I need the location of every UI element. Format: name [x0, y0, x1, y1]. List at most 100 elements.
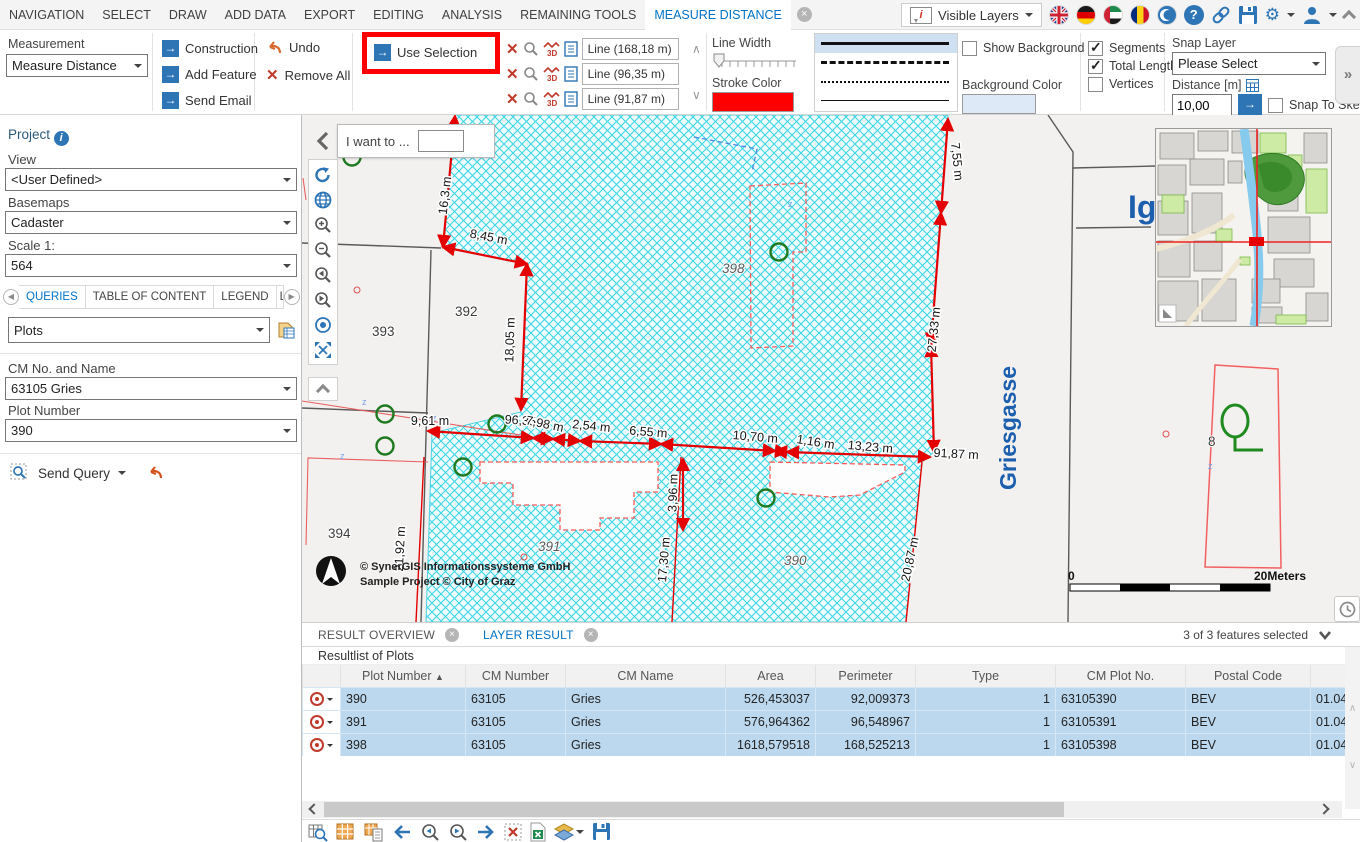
tab-table-of-content[interactable]: TABLE OF CONTENT — [86, 285, 215, 309]
col-plot-number[interactable]: Plot Number ▲ — [341, 665, 466, 687]
zoom-out-icon[interactable] — [310, 237, 336, 262]
zoom-to-measure-icon[interactable] — [523, 41, 539, 57]
report-icon[interactable] — [564, 66, 578, 82]
zoom-in-icon[interactable] — [310, 212, 336, 237]
tab-navigation[interactable]: NAVIGATION — [0, 0, 93, 30]
line-style-solid[interactable] — [815, 34, 957, 53]
col-postal-code[interactable]: Postal Code — [1186, 665, 1311, 687]
flag-crescent-icon[interactable] — [1157, 5, 1177, 25]
snap-layer-select[interactable]: Please Select — [1172, 52, 1326, 75]
locate-feature-icon[interactable] — [310, 692, 324, 706]
scroll-up-icon[interactable]: ∧ — [1345, 703, 1360, 714]
apply-distance-button[interactable]: → — [1238, 94, 1262, 116]
send-query-button[interactable]: Send Query — [38, 466, 110, 481]
scroll-down-icon[interactable]: ∨ — [692, 90, 701, 100]
scroll-left-icon[interactable] — [308, 803, 319, 814]
tab-clipped[interactable]: L — [277, 285, 284, 309]
tab-export[interactable]: EXPORT — [295, 0, 364, 30]
row-menu-icon[interactable] — [327, 698, 333, 704]
delete-measure-icon[interactable]: ✕ — [506, 90, 519, 108]
refresh-map-icon[interactable] — [310, 162, 336, 187]
zoom-previous-result-icon[interactable] — [420, 822, 440, 842]
distance-input[interactable] — [1172, 94, 1232, 116]
zoom-to-measure-icon[interactable] — [523, 66, 539, 82]
overview-map[interactable] — [1155, 128, 1332, 327]
history-clock-button[interactable] — [1334, 596, 1360, 622]
report-icon[interactable] — [564, 91, 578, 107]
table-icon[interactable] — [336, 822, 356, 842]
reset-query-icon[interactable] — [146, 465, 164, 481]
layer-export-icon[interactable] — [554, 823, 574, 841]
line-style-thin[interactable] — [815, 91, 957, 110]
close-result-overview-icon[interactable]: × — [445, 628, 459, 642]
gear-icon[interactable]: ⚙ — [1265, 5, 1280, 25]
construction-button[interactable]: →Construction — [162, 40, 258, 57]
previous-extent-icon[interactable] — [310, 262, 336, 287]
locate-feature-icon[interactable] — [310, 738, 324, 752]
zoom-to-measure-icon[interactable] — [523, 91, 539, 107]
tab-remaining-tools[interactable]: REMAINING TOOLS — [511, 0, 645, 30]
map-viewport[interactable]: .mlab{font:12.5px "Liberation Sans",sans… — [302, 115, 1360, 622]
stroke-color-swatch[interactable] — [712, 92, 794, 112]
table-report-icon[interactable] — [364, 822, 384, 842]
remove-all-button[interactable]: ✕Remove All — [266, 66, 350, 84]
line-width-slider[interactable] — [712, 52, 798, 72]
send-email-button[interactable]: →Send Email — [162, 92, 251, 109]
tabs-scroll-right-icon[interactable]: ▶ — [284, 289, 300, 305]
row-menu-icon[interactable] — [327, 721, 333, 727]
measure-line-value[interactable]: Line (168,18 m) — [582, 38, 679, 60]
close-layer-result-icon[interactable]: × — [584, 628, 598, 642]
tab-select[interactable]: SELECT — [93, 0, 160, 30]
scroll-right-icon[interactable] — [1318, 803, 1329, 814]
flag-germany-icon[interactable] — [1076, 5, 1096, 25]
export-excel-icon[interactable] — [530, 822, 546, 842]
total-length-checkbox[interactable] — [1088, 59, 1103, 74]
tabs-scroll-left-icon[interactable]: ◀ — [3, 289, 19, 305]
table-row[interactable]: 39163105Gries 576,96436296,5489671 63105… — [303, 710, 1347, 733]
tab-queries[interactable]: QUERIES — [19, 285, 86, 309]
report-icon[interactable] — [564, 41, 578, 57]
measure-line-value[interactable]: Line (91,87 m) — [582, 88, 679, 110]
delete-measure-icon[interactable]: ✕ — [506, 65, 519, 83]
line-style-dotted[interactable] — [815, 72, 957, 91]
undo-button[interactable]: Undo — [266, 40, 320, 55]
tab-legend[interactable]: LEGEND — [214, 285, 276, 309]
previous-record-icon[interactable] — [392, 824, 412, 840]
tab-result-overview[interactable]: RESULT OVERVIEW — [318, 628, 435, 642]
ribbon-expand-button[interactable]: » — [1335, 46, 1360, 104]
col-perimeter[interactable]: Perimeter — [816, 665, 916, 687]
query-select[interactable]: Plots — [8, 317, 270, 343]
row-menu-icon[interactable] — [327, 744, 333, 750]
segments-checkbox[interactable] — [1088, 41, 1103, 56]
show-background-checkbox[interactable] — [962, 41, 977, 56]
next-extent-icon[interactable] — [310, 287, 336, 312]
save-result-icon[interactable] — [592, 822, 611, 841]
table-row[interactable]: 39863105Gries 1618,579518168,5252131 631… — [303, 733, 1347, 756]
locate-feature-icon[interactable] — [310, 715, 324, 729]
flag-uk-icon[interactable] — [1049, 5, 1069, 25]
plot-number-select[interactable]: 390 — [5, 419, 297, 442]
scale-select[interactable]: 564 — [5, 254, 297, 277]
collapse-ribbon-icon[interactable] — [1342, 10, 1356, 24]
vertices-checkbox[interactable] — [1088, 77, 1103, 92]
use-selection-button[interactable]: →Use Selection — [374, 44, 495, 61]
table-horizontal-scrollbar[interactable] — [302, 801, 1342, 818]
scroll-down-icon[interactable]: ∨ — [1345, 760, 1360, 771]
help-icon[interactable]: ? — [1184, 5, 1204, 25]
close-tab-icon[interactable]: × — [797, 7, 812, 22]
full-extent-icon[interactable] — [310, 337, 336, 362]
tab-measure-distance[interactable]: MEASURE DISTANCE — [645, 0, 791, 30]
col-type[interactable]: Type — [916, 665, 1056, 687]
tab-draw[interactable]: DRAW — [160, 0, 216, 30]
basemaps-select[interactable]: Cadaster — [5, 211, 297, 234]
measurement-type-select[interactable]: Measure Distance — [6, 54, 148, 77]
cm-select[interactable]: 63105 Gries — [5, 377, 297, 400]
link-icon[interactable] — [1211, 5, 1231, 25]
center-map-icon[interactable] — [310, 312, 336, 337]
collapse-toolbar-button[interactable] — [308, 377, 338, 401]
scrollbar-thumb[interactable] — [324, 802, 1064, 817]
collapse-panel-icon[interactable] — [314, 129, 332, 153]
query-form-icon[interactable] — [276, 320, 297, 340]
visible-layers-control[interactable]: i Visible Layers — [901, 3, 1042, 27]
col-cm-name[interactable]: CM Name — [566, 665, 726, 687]
